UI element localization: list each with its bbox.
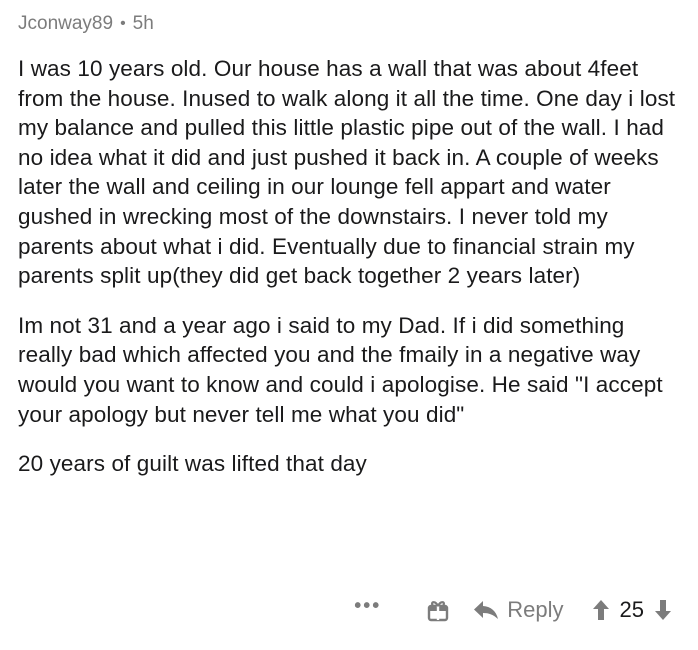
comment-body: I was 10 years old. Our house has a wall… [18,54,680,479]
meta-separator: • [120,15,126,32]
comment-actions: ••• Reply 25 [0,595,698,623]
comment-paragraph: Im not 31 and a year ago i said to my Da… [18,312,663,427]
give-award-button[interactable] [427,598,449,622]
gift-award-icon [428,601,449,622]
comment: Jconway89 • 5h I was 10 years old. Our h… [0,0,698,650]
reply-button[interactable]: Reply [473,597,564,623]
more-options-button[interactable]: ••• [354,595,381,618]
comment-meta: Jconway89 • 5h [18,10,680,38]
reply-label: Reply [507,597,564,622]
comment-paragraph: 20 years of guilt was lifted that day [18,451,367,477]
score-count: 25 [619,597,644,622]
comment-paragraph: I was 10 years old. Our house has a wall… [18,56,676,289]
downvote-arrow-icon[interactable] [654,599,672,621]
vote-controls: 25 [592,597,672,623]
author-username[interactable]: Jconway89 [18,13,113,35]
reply-arrow-icon [474,601,499,619]
upvote-arrow-icon[interactable] [592,599,610,621]
comment-age[interactable]: 5h [133,13,154,35]
